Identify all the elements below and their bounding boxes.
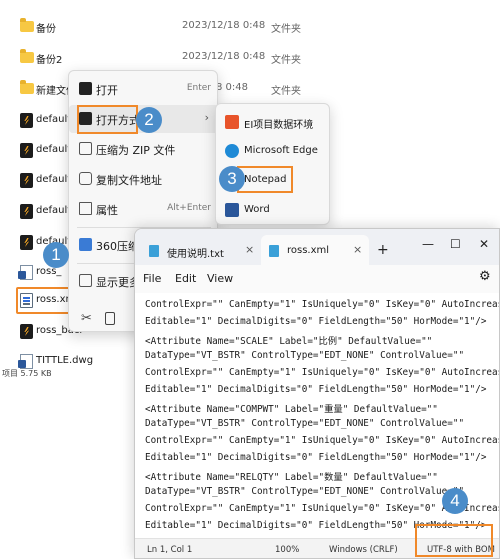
selected-file-highlight — [16, 287, 71, 314]
file-date: 2023/12/18 0:48 — [182, 20, 266, 31]
menu-item-label: 打开 — [96, 84, 118, 97]
minimize-button[interactable]: — — [422, 237, 434, 251]
file-type: 文件夹 — [271, 86, 301, 97]
line-ending[interactable]: Windows (CRLF) — [329, 545, 398, 555]
tab-label: ross.xml — [287, 245, 330, 256]
file-date: 8 0:48 — [216, 82, 248, 93]
zip-icon — [79, 142, 92, 155]
menu-item-properties[interactable]: 属性 Alt+Enter — [69, 195, 219, 223]
close-button[interactable]: ✕ — [479, 237, 489, 251]
submenu-item-edge[interactable]: Microsoft Edge — [216, 137, 331, 165]
dwg-file-icon — [20, 113, 33, 128]
submenu-item-ei[interactable]: EI项目数据环境 — [216, 108, 331, 136]
notepad-titlebar: 使用说明.txt × ross.xml × + — ☐ ✕ — [135, 229, 499, 265]
dwg-file-icon — [20, 324, 33, 339]
more-options-icon — [79, 274, 92, 287]
cut-icon[interactable]: ✂ — [81, 311, 92, 326]
text-line: ControlExpr="" CanEmpty="1" IsUniquely="… — [145, 435, 500, 446]
notepad-menubar: File Edit View ⚙ — [135, 265, 499, 293]
zoom-level[interactable]: 100% — [275, 545, 299, 555]
word-file-icon — [18, 265, 33, 280]
menu-item-shortcut: Alt+Enter — [167, 203, 211, 213]
text-line: DataType="VT_BSTR" ControlType="EDT_NONE… — [145, 418, 465, 429]
menu-edit[interactable]: Edit — [175, 272, 196, 285]
text-line: Editable="1" DecimalDigits="0" FieldLeng… — [145, 384, 487, 395]
tab-usage-txt[interactable]: 使用说明.txt × — [141, 235, 259, 265]
text-line: DataType="VT_BSTR" ControlType="EDT_NONE… — [145, 350, 465, 361]
copy-icon[interactable] — [105, 312, 115, 325]
text-line: ControlExpr="" CanEmpty="1" IsUniquely="… — [145, 367, 500, 378]
callout-badge: 1 — [43, 242, 69, 268]
text-line: Editable="1" DecimalDigits="0" FieldLeng… — [145, 316, 487, 327]
text-line: <Attribute Name="SCALE" Label="比例" Defau… — [145, 336, 433, 347]
folder-icon — [20, 49, 34, 63]
submenu-item-label: Word — [244, 204, 270, 215]
callout-badge: 2 — [136, 107, 162, 133]
file-row[interactable]: 备份 2023/12/18 0:48 文件夹 — [0, 12, 500, 42]
dwg-file-icon — [20, 204, 33, 219]
text-line: DataType="VT_BSTR" ControlType="EDT_NONE… — [145, 486, 465, 497]
ei-app-icon — [225, 115, 239, 129]
file-name: 备份2 — [36, 55, 63, 66]
file-type: 文件夹 — [271, 55, 301, 66]
file-name: TITTLE.dwg — [36, 355, 94, 366]
submenu-item-label: EI项目数据环境 — [244, 120, 314, 131]
submenu-item-label: Microsoft Edge — [244, 145, 318, 156]
notepad-file-icon — [149, 245, 159, 257]
text-line: ControlExpr="" CanEmpty="1" IsUniquely="… — [145, 299, 500, 310]
tab-close-icon[interactable]: × — [353, 243, 362, 256]
menu-file[interactable]: File — [143, 272, 161, 285]
notepad-highlight — [237, 166, 293, 193]
menu-item-label: 属性 — [96, 204, 118, 217]
callout-badge: 4 — [442, 488, 468, 514]
word-icon — [225, 203, 239, 217]
menu-item-label: 压缩为 ZIP 文件 — [96, 144, 176, 157]
copy-path-icon — [79, 172, 92, 185]
dwg-file-icon — [20, 143, 33, 158]
word-file-icon — [18, 354, 33, 369]
menu-item-copy-path[interactable]: 复制文件地址 — [69, 165, 219, 193]
edge-icon — [225, 144, 239, 158]
file-name: 备份 — [36, 24, 56, 35]
menu-item-zip[interactable]: 压缩为 ZIP 文件 — [69, 135, 219, 163]
app-icon — [79, 82, 92, 95]
text-line: Editable="1" DecimalDigits="0" FieldLeng… — [145, 452, 487, 463]
menu-item-open[interactable]: 打开 Enter — [69, 75, 219, 103]
notepad-file-icon — [269, 245, 279, 257]
menu-item-label: 复制文件地址 — [96, 174, 162, 187]
tab-close-icon[interactable]: × — [245, 243, 254, 256]
maximize-button[interactable]: ☐ — [450, 237, 461, 251]
new-tab-button[interactable]: + — [377, 242, 389, 258]
menu-item-label: 360压缩 — [96, 240, 139, 253]
open-with-submenu: EI项目数据环境 Microsoft Edge Notepad Word — [215, 103, 330, 225]
file-type: 文件夹 — [271, 24, 301, 35]
menu-item-shortcut: Enter — [186, 83, 211, 93]
tab-ross-xml[interactable]: ross.xml × — [261, 235, 369, 265]
archive-icon — [79, 238, 92, 251]
text-line: <Attribute Name="RELQTY" Label="数量" Defa… — [145, 472, 438, 483]
file-row[interactable]: 备份2 2023/12/18 0:48 文件夹 — [0, 43, 500, 73]
folder-icon — [20, 80, 34, 94]
properties-icon — [79, 202, 92, 215]
callout-badge: 3 — [219, 166, 245, 192]
open-with-highlight — [77, 105, 138, 134]
submenu-item-word[interactable]: Word — [216, 196, 331, 224]
explorer-status: 项目 5.75 KB — [2, 369, 52, 378]
menu-view[interactable]: View — [207, 272, 233, 285]
dwg-file-icon — [20, 173, 33, 188]
dwg-file-icon — [20, 235, 33, 250]
text-line: <Attribute Name="COMPWT" Label="重量" Defa… — [145, 404, 438, 415]
tab-label: 使用说明.txt — [167, 249, 224, 260]
chevron-right-icon: › — [204, 111, 209, 124]
file-date: 2023/12/18 0:48 — [182, 51, 266, 62]
encoding-highlight — [415, 524, 493, 557]
settings-gear-icon[interactable]: ⚙ — [479, 269, 491, 284]
cursor-position: Ln 1, Col 1 — [147, 545, 193, 555]
folder-icon — [20, 18, 34, 32]
